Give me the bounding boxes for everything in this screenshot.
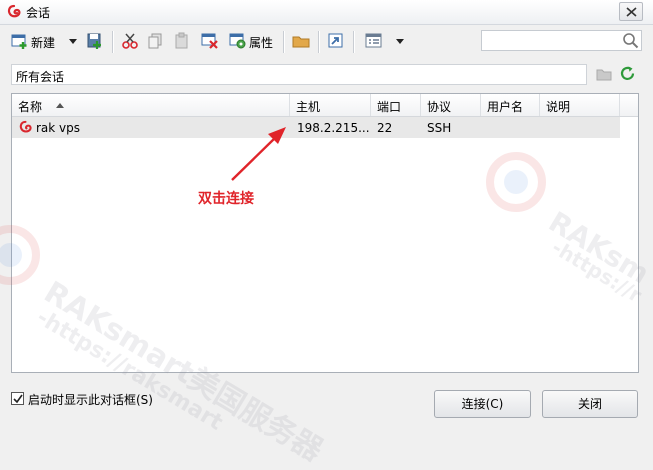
column-header-label: 说明	[546, 100, 571, 114]
connect-button[interactable]: 连接(C)	[434, 390, 531, 418]
scissors-icon	[122, 33, 138, 49]
delete-icon	[201, 33, 218, 49]
new-session-button[interactable]: 新建	[11, 32, 59, 52]
close-icon	[626, 7, 637, 17]
paste-icon	[175, 32, 188, 49]
column-header-port[interactable]: 端口	[371, 94, 421, 116]
session-host: 198.2.215....	[297, 121, 369, 135]
save-session-button[interactable]	[86, 32, 104, 52]
column-header-label: 端口	[377, 100, 402, 114]
copy-icon	[148, 33, 162, 49]
session-port: 22	[377, 121, 393, 135]
list-header: 名称 主机 端口 协议 用户名 说明	[12, 94, 638, 117]
close-button[interactable]: 关闭	[542, 390, 638, 418]
window-title: 会话	[26, 6, 51, 20]
cut-button[interactable]	[121, 32, 139, 52]
column-header-label: 名称	[18, 100, 43, 114]
swirl-logo-icon	[7, 4, 21, 18]
save-icon	[87, 33, 101, 49]
search-icon[interactable]	[622, 32, 639, 49]
column-header-username[interactable]: 用户名	[481, 94, 540, 116]
watermark-logo-icon	[0, 225, 40, 285]
properties-icon	[229, 33, 246, 49]
column-header-label: 用户名	[487, 100, 524, 114]
view-dropdown-chevron-icon[interactable]	[396, 39, 404, 44]
folder-icon	[292, 36, 310, 48]
checkbox-box[interactable]	[11, 392, 24, 405]
delete-button[interactable]	[201, 32, 219, 52]
session-name: rak vps	[36, 121, 81, 135]
table-row[interactable]: rak vps 198.2.215.... 22 SSH	[12, 117, 620, 138]
view-mode-button[interactable]	[365, 32, 383, 52]
properties-label: 属性	[249, 36, 274, 50]
folder-path-label: 所有会话	[16, 70, 65, 84]
column-header-description[interactable]: 说明	[540, 94, 620, 116]
copy-button[interactable]	[147, 32, 165, 52]
shortcut-arrow-icon	[328, 33, 343, 48]
search-box[interactable]	[481, 30, 642, 51]
toolbar-separator	[318, 31, 320, 53]
new-dropdown-chevron-icon[interactable]	[69, 39, 77, 44]
checkmark-icon	[13, 394, 23, 404]
session-protocol: SSH	[427, 121, 452, 135]
list-view-icon	[365, 33, 382, 48]
new-folder-button[interactable]	[292, 32, 310, 52]
folder-path-bar[interactable]: 所有会话	[11, 64, 587, 85]
folder-icon[interactable]	[596, 66, 612, 82]
toolbar-separator	[283, 31, 285, 53]
window-close-button[interactable]	[619, 2, 643, 21]
create-shortcut-button[interactable]	[327, 32, 345, 52]
column-header-host[interactable]: 主机	[290, 94, 371, 116]
new-session-label: 新建	[31, 36, 56, 50]
annotation-label: 双击连接	[198, 191, 254, 207]
column-header-protocol[interactable]: 协议	[421, 94, 481, 116]
column-header-label: 主机	[296, 100, 321, 114]
paste-button[interactable]	[173, 32, 191, 52]
session-list[interactable]: 名称 主机 端口 协议 用户名 说明 rak vps 198.2.215....…	[11, 93, 639, 373]
watermark-logo-icon	[486, 152, 546, 212]
new-session-icon	[11, 34, 27, 49]
refresh-icon[interactable]	[619, 65, 636, 82]
show-on-startup-label: 启动时显示此对话框(S)	[28, 393, 153, 407]
sort-ascending-icon	[56, 103, 64, 108]
toolbar-separator	[112, 31, 114, 53]
column-header-label: 协议	[427, 100, 452, 114]
properties-button[interactable]: 属性	[229, 32, 277, 52]
title-bar: 会话	[0, 0, 653, 25]
search-input[interactable]	[485, 32, 615, 49]
toolbar-separator	[353, 31, 355, 53]
session-icon	[19, 120, 32, 133]
column-header-name[interactable]: 名称	[12, 94, 290, 116]
